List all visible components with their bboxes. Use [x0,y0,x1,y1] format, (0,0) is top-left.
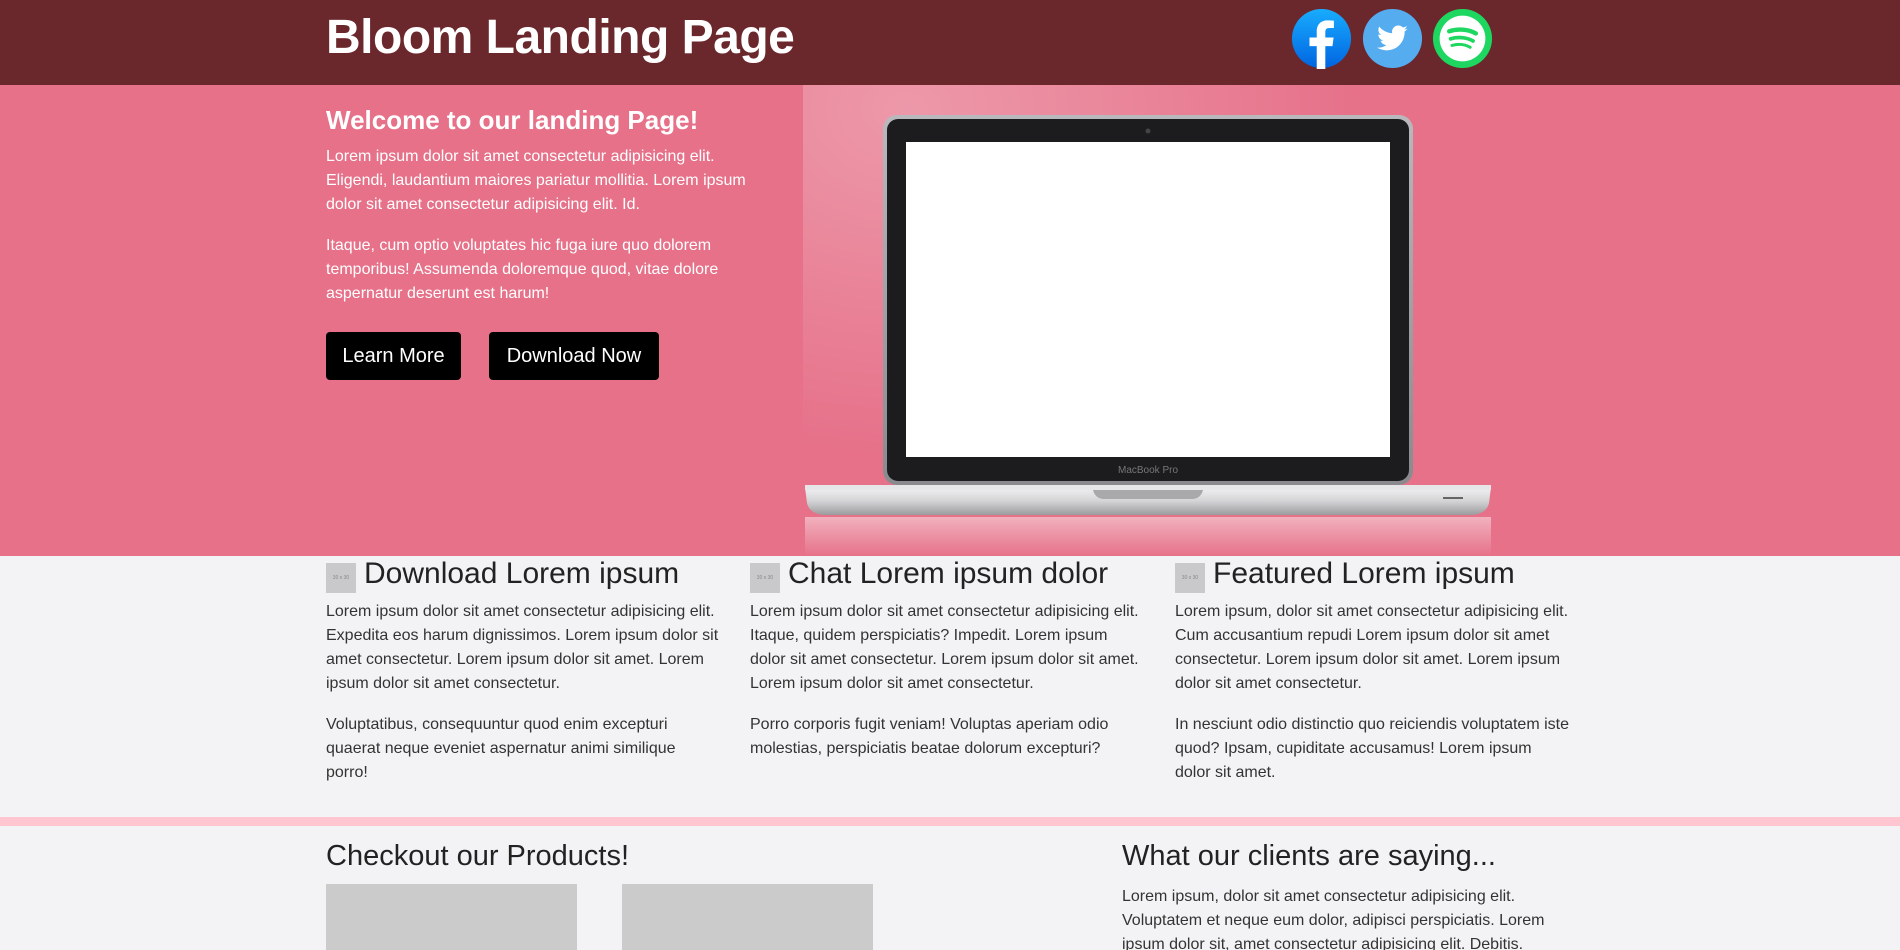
feature-paragraph: Lorem ipsum, dolor sit amet consectetur … [1175,603,1569,692]
facebook-link[interactable] [1291,8,1352,69]
feature-title: Download Lorem ipsum [364,557,680,590]
placeholder-image-icon: 30 x 30 [1175,563,1205,593]
learn-more-button[interactable]: Learn More [326,332,461,380]
feature-paragraph: Lorem ipsum dolor sit amet consectetur a… [750,603,1139,692]
hero-paragraph: Lorem ipsum dolor sit amet consectetur a… [326,148,746,213]
laptop-image: MacBook Pro [805,115,1491,556]
feature-paragraph: Voluptatibus, consequuntur quod enim exc… [326,716,676,781]
section-divider [0,817,1900,826]
clients-title: What our clients are saying... [1122,840,1496,872]
feature-header: 30 x 30 Featured Lorem ipsum [1175,556,1595,593]
feature-paragraph: Lorem ipsum dolor sit amet consectetur a… [326,603,719,692]
hero-paragraph: Itaque, cum optio voluptates hic fuga iu… [326,237,719,302]
feature-header: 30 x 30 Download Lorem ipsum [326,556,746,593]
feature-header: 30 x 30 Chat Lorem ipsum dolor [750,556,1170,593]
client-testimonial: Lorem ipsum, dolor sit amet consectetur … [1122,888,1545,950]
download-now-button[interactable]: Download Now [489,332,659,380]
spotify-icon [1432,8,1493,69]
placeholder-image-icon: 30 x 30 [326,563,356,593]
facebook-icon [1291,8,1352,69]
product-image[interactable] [326,884,577,950]
twitter-link[interactable] [1362,8,1423,69]
hero-title: Welcome to our landing Page! [326,105,699,135]
laptop-brand-text: MacBook Pro [1118,465,1178,476]
twitter-icon [1362,8,1423,69]
product-image[interactable] [622,884,873,950]
feature-title: Featured Lorem ipsum [1213,557,1515,590]
top-navbar: Bloom Landing Page [0,0,1900,85]
products-title: Checkout our Products! [326,840,630,872]
site-title: Bloom Landing Page [326,11,795,64]
spotify-link[interactable] [1432,8,1493,69]
feature-title: Chat Lorem ipsum dolor [788,557,1109,590]
feature-paragraph: In nesciunt odio distinctio quo reiciend… [1175,716,1569,781]
placeholder-image-icon: 30 x 30 [750,563,780,593]
feature-paragraph: Porro corporis fugit veniam! Voluptas ap… [750,716,1109,757]
hero-section: Welcome to our landing Page! Lorem ipsum… [0,85,1900,556]
